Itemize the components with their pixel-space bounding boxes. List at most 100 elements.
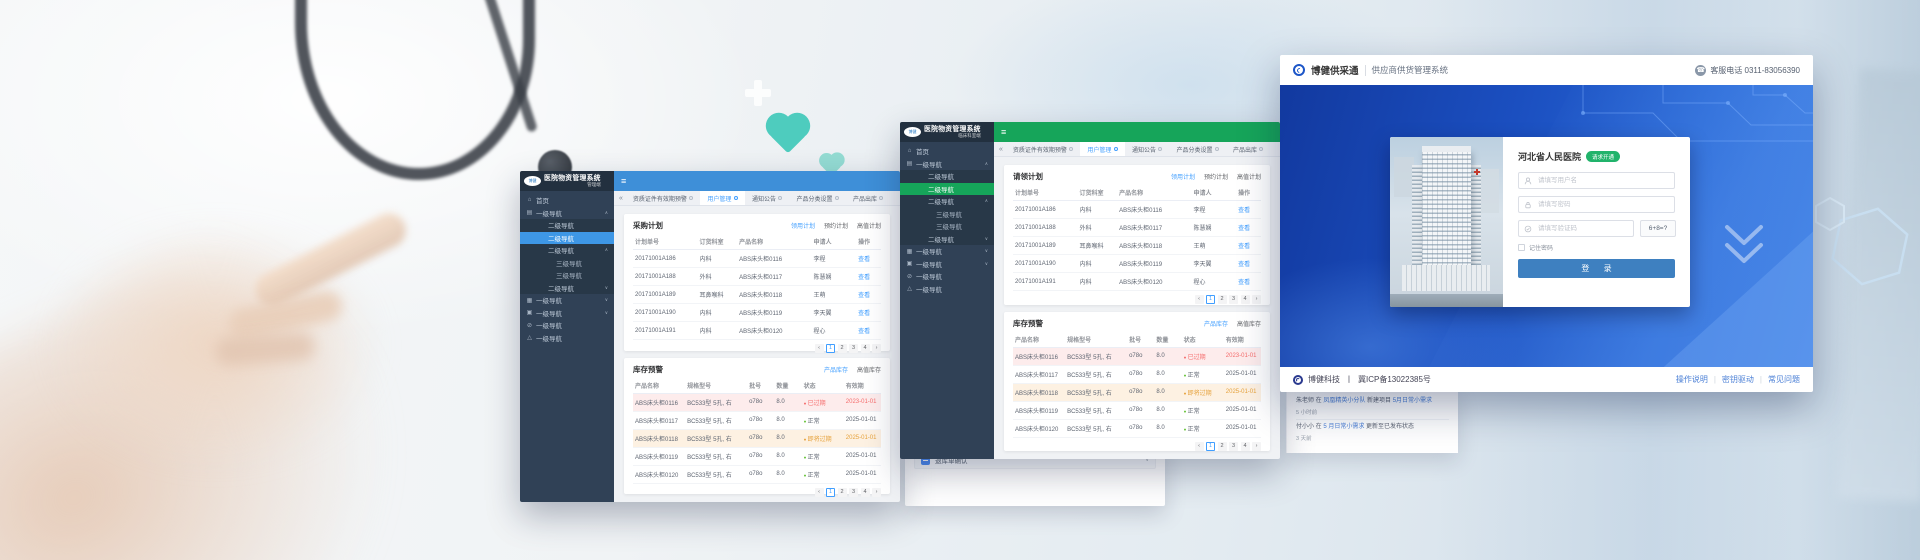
top-bar: ≡: [994, 122, 1280, 142]
view-link[interactable]: 查看: [856, 250, 881, 268]
sidebar-item[interactable]: ▦ 一级导航 ∨: [520, 294, 614, 307]
plan-filter-link[interactable]: 领用计划: [791, 221, 815, 230]
view-link[interactable]: 查看: [1236, 273, 1261, 291]
remember-checkbox[interactable]: [1518, 244, 1525, 251]
captcha-input[interactable]: [1536, 224, 1628, 233]
plan-filter-link[interactable]: 预约计划: [824, 221, 848, 230]
plan-filter-link[interactable]: 高值计划: [1237, 172, 1261, 181]
hospital-badge[interactable]: 请求开通: [1586, 151, 1620, 162]
page-button[interactable]: 2: [838, 488, 847, 497]
sidebar-item[interactable]: ⌂ 首页: [520, 194, 614, 207]
tab[interactable]: 产品出库: [846, 191, 891, 205]
page-button[interactable]: 4: [1241, 442, 1250, 451]
page-button[interactable]: 4: [1241, 295, 1250, 304]
plan-card-title: 请领计划: [1013, 171, 1171, 182]
stock-qty-cell: 8.0: [774, 447, 801, 465]
plan-filter-link[interactable]: 高值计划: [857, 221, 881, 230]
feed-link[interactable]: 5 月日常小需求: [1323, 424, 1364, 430]
password-input[interactable]: [1536, 200, 1669, 209]
sidebar-item[interactable]: ⌂ 首页: [900, 145, 994, 158]
view-link[interactable]: 查看: [856, 268, 881, 286]
page-button[interactable]: 1: [826, 488, 835, 497]
tab[interactable]: 产品分类设置: [789, 191, 846, 205]
sidebar-item[interactable]: 二级导航 ∨: [520, 282, 614, 295]
stock-filter-link[interactable]: 高值库存: [857, 365, 881, 374]
page-button[interactable]: 4: [861, 344, 870, 353]
collapse-tabs-icon[interactable]: «: [619, 195, 623, 202]
feed-link[interactable]: 凤凰精英小分队: [1323, 398, 1365, 404]
tab[interactable]: 用户管理: [700, 191, 745, 205]
view-link[interactable]: 查看: [1236, 237, 1261, 255]
username-input[interactable]: [1536, 176, 1669, 185]
tab[interactable]: 用户管理: [1080, 142, 1125, 156]
service-phone: ☎ 客服电话 0311-83056390: [1695, 65, 1800, 76]
sidebar-item[interactable]: 二级导航 ∧: [900, 195, 994, 208]
page-button[interactable]: 1: [1206, 442, 1215, 451]
page-button[interactable]: ›: [872, 488, 881, 497]
page-button[interactable]: ›: [1252, 442, 1261, 451]
sidebar-item[interactable]: 二级导航: [900, 183, 994, 196]
page-button[interactable]: 3: [1229, 295, 1238, 304]
page-button[interactable]: ‹: [815, 488, 824, 497]
stock-filter-link[interactable]: 产品库存: [1204, 319, 1228, 328]
sidebar-item[interactable]: 三级导航: [900, 220, 994, 233]
page-button[interactable]: 3: [849, 344, 858, 353]
sidebar-item[interactable]: 二级导航 ∧: [520, 244, 614, 257]
footer-link[interactable]: 操作说明: [1676, 374, 1708, 385]
sidebar-item[interactable]: ▣ 一级导航 ∨: [900, 258, 994, 271]
sidebar-item[interactable]: 二级导航: [520, 232, 614, 245]
view-link[interactable]: 查看: [1236, 201, 1261, 219]
sidebar-item[interactable]: 三级导航: [520, 257, 614, 270]
sidebar-item[interactable]: ▤ 一级导航 ∧: [520, 207, 614, 220]
sidebar-item[interactable]: ⊘ 一级导航: [900, 270, 994, 283]
tab[interactable]: 产品分类设置: [1169, 142, 1226, 156]
tab[interactable]: 产品出库: [1226, 142, 1271, 156]
page-button[interactable]: ›: [1252, 295, 1261, 304]
footer-link[interactable]: 常见问题: [1768, 374, 1800, 385]
sidebar-item[interactable]: ▤ 一级导航 ∧: [900, 158, 994, 171]
page-button[interactable]: 2: [1218, 442, 1227, 451]
view-link[interactable]: 查看: [1236, 219, 1261, 237]
sidebar-item[interactable]: 二级导航: [900, 170, 994, 183]
page-button[interactable]: 1: [1206, 295, 1215, 304]
tab[interactable]: 资质证件有效期预警: [626, 191, 701, 205]
page-button[interactable]: 2: [838, 344, 847, 353]
caret-icon: ∧: [985, 198, 988, 204]
tab[interactable]: 通知公告: [1125, 142, 1170, 156]
plan-filter-link[interactable]: 预约计划: [1204, 172, 1228, 181]
collapse-tabs-icon[interactable]: «: [999, 146, 1003, 153]
page-button[interactable]: ‹: [1195, 442, 1204, 451]
sidebar-item[interactable]: ▣ 一级导航 ∨: [520, 307, 614, 320]
view-link[interactable]: 查看: [856, 322, 881, 340]
sidebar-item[interactable]: ⊘ 一级导航: [520, 319, 614, 332]
footer-link[interactable]: 密钥驱动: [1722, 374, 1754, 385]
page-button[interactable]: ‹: [1195, 295, 1204, 304]
stock-filter-link[interactable]: 产品库存: [824, 365, 848, 374]
tab[interactable]: 通知公告: [745, 191, 790, 205]
sidebar-item[interactable]: 三级导航: [900, 208, 994, 221]
tab[interactable]: 资质证件有效期预警: [1006, 142, 1081, 156]
page-button[interactable]: 2: [1218, 295, 1227, 304]
hamburger-icon[interactable]: ≡: [621, 177, 626, 186]
sidebar-item[interactable]: △ 一级导航: [900, 283, 994, 296]
plan-filter-link[interactable]: 领用计划: [1171, 172, 1195, 181]
hamburger-icon[interactable]: ≡: [1001, 128, 1006, 137]
sidebar-item[interactable]: 二级导航 ∨: [900, 233, 994, 246]
captcha-question[interactable]: 6+8=?: [1640, 220, 1676, 237]
sidebar-item[interactable]: 二级导航: [520, 219, 614, 232]
view-link[interactable]: 查看: [856, 286, 881, 304]
feed-link[interactable]: 5月日常小需求: [1393, 398, 1432, 404]
page-button[interactable]: 3: [849, 488, 858, 497]
sidebar-item[interactable]: ▦ 一级导航 ∨: [900, 245, 994, 258]
page-button[interactable]: ‹: [815, 344, 824, 353]
page-button[interactable]: 3: [1229, 442, 1238, 451]
sidebar-item[interactable]: 三级导航: [520, 269, 614, 282]
page-button[interactable]: ›: [872, 344, 881, 353]
page-button[interactable]: 1: [826, 344, 835, 353]
sidebar-item[interactable]: △ 一级导航: [520, 332, 614, 345]
page-button[interactable]: 4: [861, 488, 870, 497]
stock-filter-link[interactable]: 高值库存: [1237, 319, 1261, 328]
view-link[interactable]: 查看: [856, 304, 881, 322]
login-button[interactable]: 登 录: [1518, 259, 1675, 278]
view-link[interactable]: 查看: [1236, 255, 1261, 273]
